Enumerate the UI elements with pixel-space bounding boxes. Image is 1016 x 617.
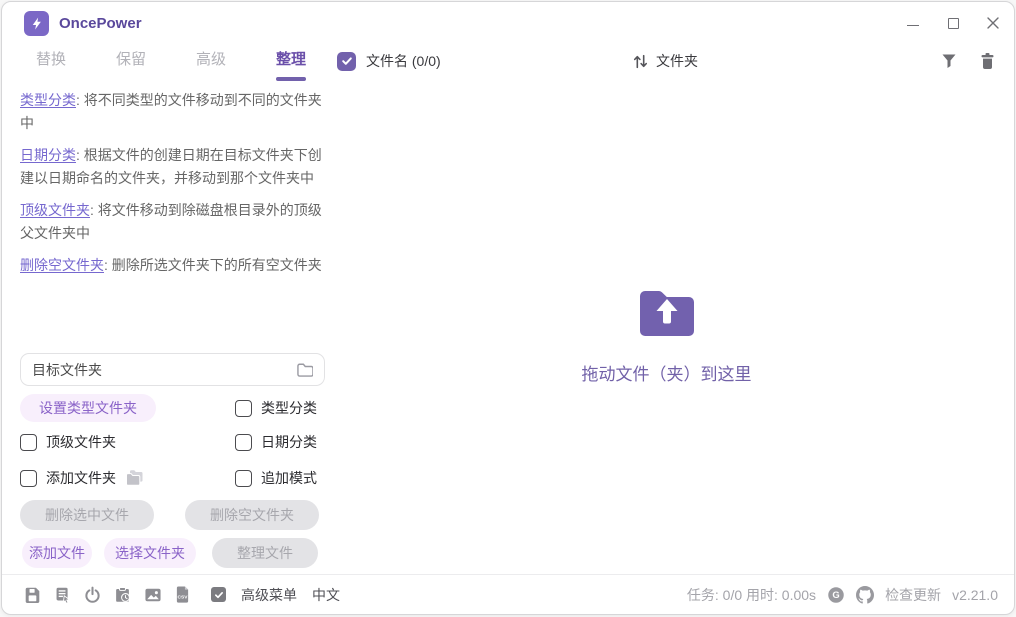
checkbox-date-classify[interactable]: 日期分类 [235, 432, 317, 452]
delete-selected-button[interactable]: 删除选中文件 [20, 500, 154, 530]
folder-outline-icon [296, 362, 313, 377]
type-classify-checkbox[interactable] [235, 400, 252, 417]
add-folder-checkbox[interactable] [20, 470, 37, 487]
append-mode-label: 追加模式 [261, 468, 317, 488]
sort-label: 文件夹 [656, 51, 698, 71]
select-folder-button[interactable]: 选择文件夹 [104, 538, 196, 568]
sort-arrows-icon [632, 53, 649, 70]
keyword-date-classify: 日期分类 [20, 147, 76, 163]
clear-list-button[interactable] [979, 52, 996, 70]
list-header-actions [941, 52, 996, 70]
save-icon [24, 586, 41, 603]
append-mode-checkbox[interactable] [235, 470, 252, 487]
log-button[interactable] [54, 586, 71, 603]
keyword-delete-empty: 删除空文件夹 [20, 257, 104, 273]
filter-icon [941, 53, 957, 69]
gitee-icon: G [827, 586, 845, 604]
type-classify-label: 类型分类 [261, 398, 317, 418]
select-all-control[interactable]: 文件名 (0/0) [337, 51, 441, 71]
advanced-menu-checkbox[interactable] [211, 587, 226, 602]
csv-export-button[interactable]: CSV [175, 586, 190, 603]
description-top-folder: 顶级文件夹: 将文件移动到除磁盘根目录外的顶级父文件夹中 [20, 199, 323, 245]
close-button[interactable] [986, 16, 1000, 30]
add-folder-label: 添加文件夹 [46, 468, 116, 488]
date-classify-checkbox[interactable] [235, 434, 252, 451]
sort-control[interactable]: 文件夹 [632, 51, 698, 71]
date-classify-label: 日期分类 [261, 432, 317, 452]
check-update-link[interactable]: 检查更新 [885, 585, 941, 605]
window-controls [906, 16, 1000, 30]
folders-copy-icon [125, 470, 144, 486]
github-link[interactable] [856, 586, 874, 604]
keyword-type-classify: 类型分类 [20, 92, 76, 108]
gitee-link[interactable]: G [827, 586, 845, 604]
drop-zone[interactable]: 拖动文件（夹）到这里 [337, 284, 996, 385]
target-folder-field [20, 353, 325, 386]
titlebar: OncePower [2, 2, 1014, 44]
checkbox-type-classify[interactable]: 类型分类 [235, 398, 317, 418]
minimize-button[interactable] [906, 16, 920, 30]
language-switch[interactable]: 中文 [312, 585, 340, 605]
check-icon [214, 590, 224, 600]
clipboard-clock-icon [114, 586, 131, 603]
tab-keep[interactable]: 保留 [116, 48, 146, 81]
statusbar: CSV 高级菜单 中文 任务: 0/0 用时: 0.00s G 检查更新 v2.… [2, 574, 1014, 614]
tab-organize[interactable]: 整理 [276, 48, 306, 81]
top-folder-label: 顶级文件夹 [46, 432, 116, 452]
folder-upload-icon [636, 284, 698, 342]
checkbox-top-folder[interactable]: 顶级文件夹 [20, 432, 116, 452]
keyword-top-folder: 顶级文件夹 [20, 202, 90, 218]
feature-descriptions: 类型分类: 将不同类型的文件移动到不同的文件夹中 日期分类: 根据文件的创建日期… [20, 89, 323, 286]
file-list-header: 文件名 (0/0) 文件夹 [337, 48, 996, 74]
select-all-checkbox[interactable] [337, 52, 356, 71]
history-button[interactable] [114, 586, 131, 603]
description-delete-empty: 删除空文件夹: 删除所选文件夹下的所有空文件夹 [20, 254, 323, 277]
github-icon [856, 586, 874, 604]
check-icon [341, 55, 353, 67]
drop-hint-text: 拖动文件（夹）到这里 [337, 360, 996, 385]
statusbar-tools: CSV 高级菜单 中文 [24, 585, 340, 605]
top-folder-checkbox[interactable] [20, 434, 37, 451]
lightning-bolt-icon [29, 16, 44, 31]
filter-button[interactable] [941, 53, 957, 69]
trash-icon [979, 52, 996, 70]
app-logo [24, 11, 49, 36]
browse-folder-button[interactable] [296, 362, 313, 377]
version-text: v2.21.0 [952, 587, 998, 603]
tab-replace[interactable]: 替换 [36, 48, 66, 81]
save-button[interactable] [24, 586, 41, 603]
checkbox-append-mode[interactable]: 追加模式 [235, 468, 317, 488]
set-type-folder-button[interactable]: 设置类型文件夹 [20, 394, 156, 422]
image-button[interactable] [144, 587, 162, 603]
add-files-button[interactable]: 添加文件 [22, 538, 92, 568]
target-folder-input[interactable] [32, 362, 296, 378]
app-window: OncePower 替换 保留 高级 整理 文件名 (0/0) 文件夹 [1, 1, 1015, 615]
statusbar-info: 任务: 0/0 用时: 0.00s G 检查更新 v2.21.0 [687, 585, 998, 605]
task-status-text: 任务: 0/0 用时: 0.00s [687, 585, 816, 605]
maximize-button[interactable] [946, 16, 960, 30]
app-title: OncePower [59, 15, 142, 32]
organize-files-button[interactable]: 整理文件 [212, 538, 318, 568]
advanced-menu-label[interactable]: 高级菜单 [241, 585, 297, 605]
power-button[interactable] [84, 586, 101, 603]
description-date-classify: 日期分类: 根据文件的创建日期在目标文件夹下创建以日期命名的文件夹，并移动到那个… [20, 144, 323, 190]
tab-bar: 替换 保留 高级 整理 [36, 48, 306, 81]
svg-text:G: G [832, 590, 839, 601]
svg-text:CSV: CSV [178, 595, 189, 601]
csv-file-icon: CSV [175, 586, 190, 603]
tab-advanced[interactable]: 高级 [196, 48, 226, 81]
log-icon [54, 586, 71, 603]
delete-empty-folders-button[interactable]: 删除空文件夹 [185, 500, 319, 530]
power-icon [84, 586, 101, 603]
description-type-classify: 类型分类: 将不同类型的文件移动到不同的文件夹中 [20, 89, 323, 135]
close-icon [987, 17, 999, 29]
image-icon [144, 587, 162, 603]
checkbox-add-folder[interactable]: 添加文件夹 [20, 468, 144, 488]
select-all-label: 文件名 (0/0) [366, 51, 441, 71]
